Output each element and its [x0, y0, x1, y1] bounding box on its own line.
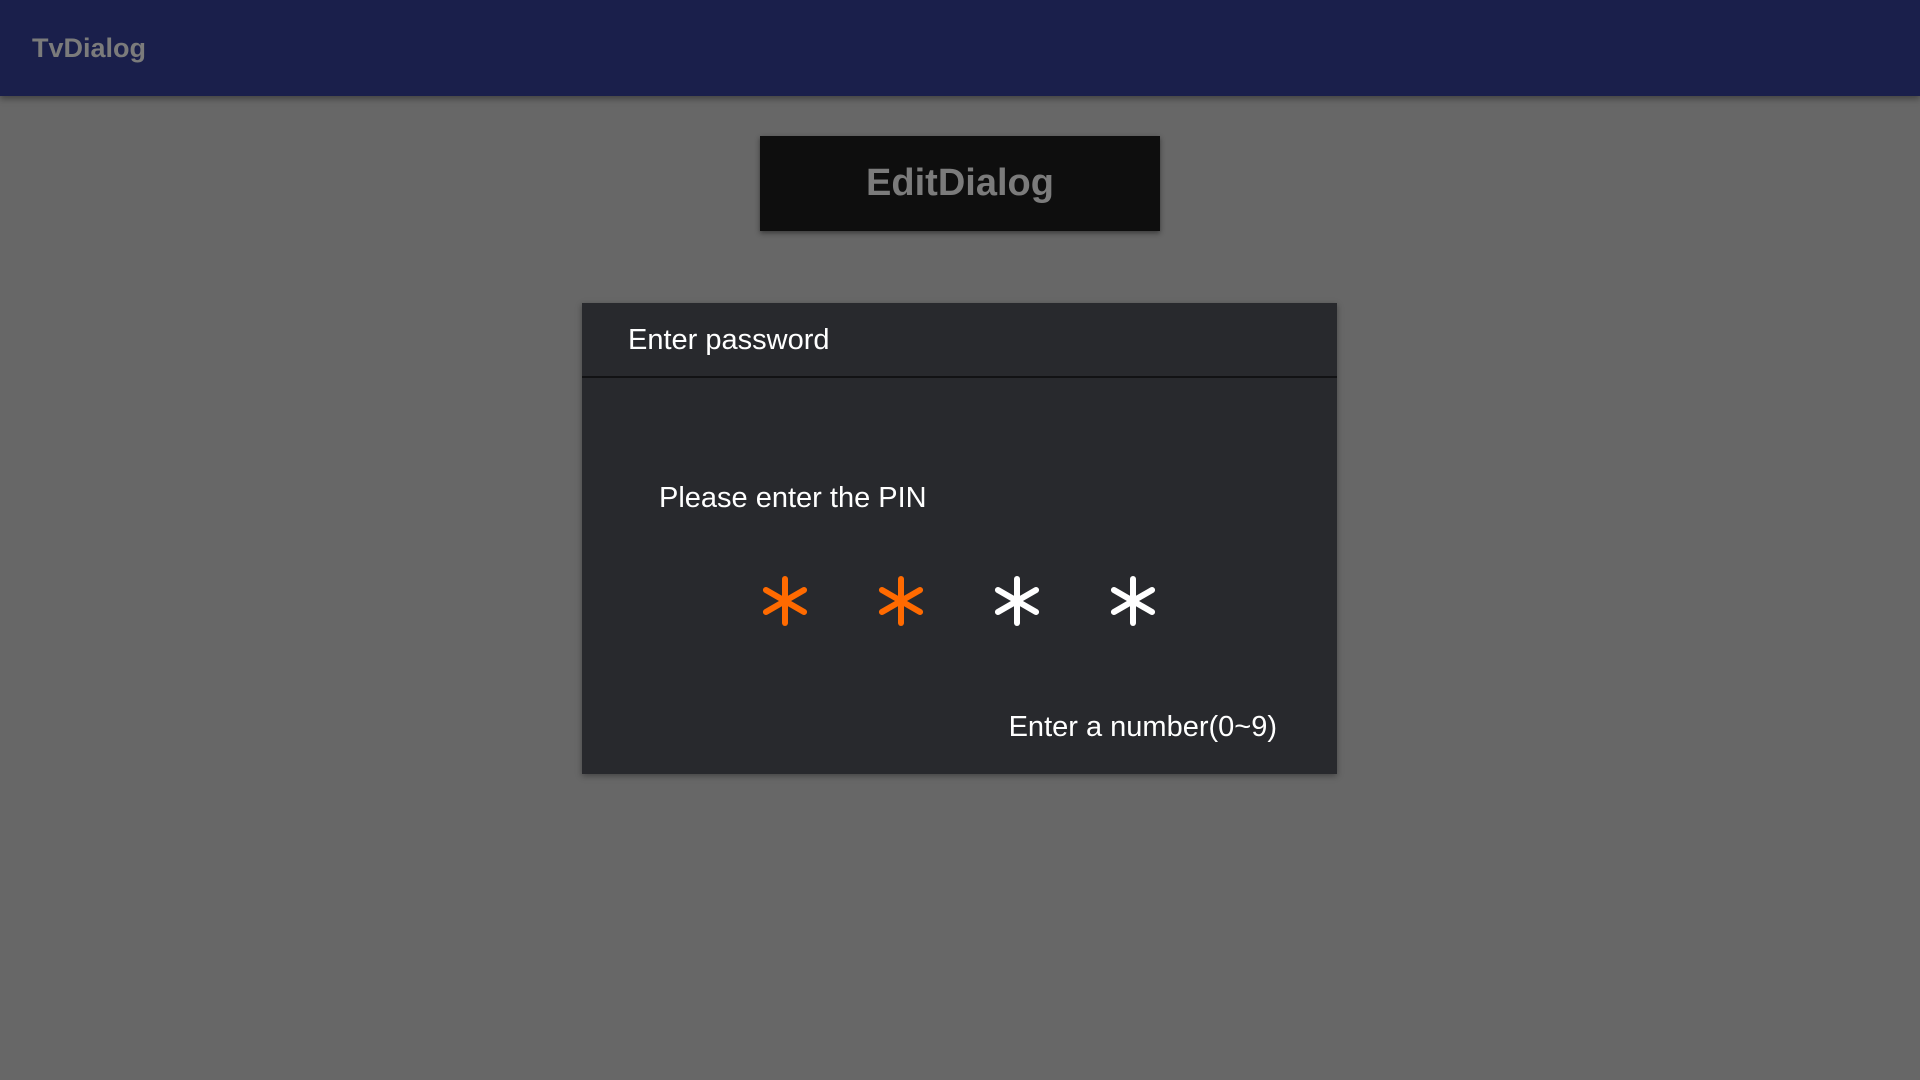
asterisk-icon	[1110, 576, 1156, 626]
app-bar: TvDialog	[0, 0, 1920, 96]
pin-hint: Enter a number(0~9)	[1008, 711, 1277, 743]
dialog-header: Enter password	[582, 303, 1337, 378]
asterisk-icon	[878, 576, 924, 626]
pin-input[interactable]	[582, 556, 1337, 646]
dialog-title: Enter password	[628, 324, 830, 356]
password-dialog: Enter password Please enter the PIN Ente…	[582, 303, 1337, 774]
pin-digit-4	[1098, 556, 1168, 646]
pin-digit-1	[750, 556, 820, 646]
edit-dialog-button[interactable]: EditDialog	[760, 136, 1160, 231]
pin-digit-3	[982, 556, 1052, 646]
pin-prompt: Please enter the PIN	[659, 482, 927, 514]
asterisk-icon	[762, 576, 808, 626]
asterisk-icon	[994, 576, 1040, 626]
pin-digit-2	[866, 556, 936, 646]
app-title: TvDialog	[32, 33, 147, 63]
